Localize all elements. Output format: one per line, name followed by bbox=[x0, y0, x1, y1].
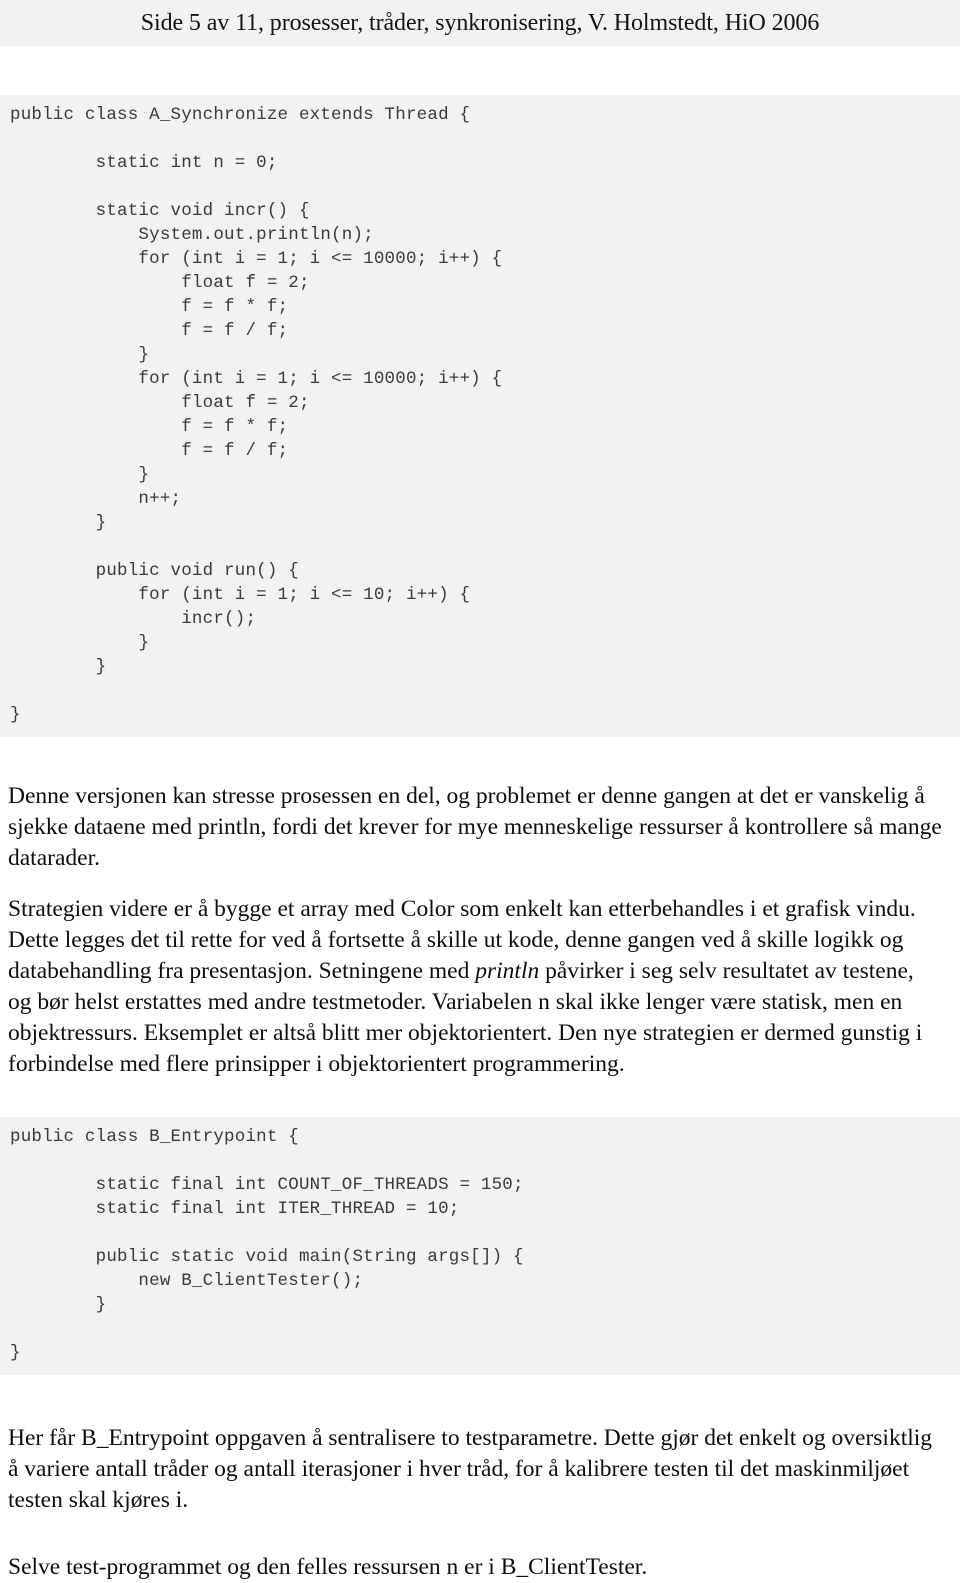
code-line: } bbox=[10, 465, 150, 485]
code-line: } bbox=[10, 513, 107, 533]
code-line: static int n = 0; bbox=[10, 153, 278, 173]
paragraph-her-far-entrypoint: Her får B_Entrypoint oppgaven å sentrali… bbox=[8, 1425, 933, 1513]
page-header: Side 5 av 11, prosesser, tråder, synkron… bbox=[0, 0, 960, 46]
code-line: n++; bbox=[10, 489, 182, 509]
code-line: static final int COUNT_OF_THREADS = 150; bbox=[10, 1174, 524, 1195]
code-line: static void incr() { bbox=[10, 201, 310, 221]
paragraph-emphasis-println: println bbox=[475, 957, 540, 984]
code-line: f = f * f; bbox=[10, 297, 289, 317]
code-line: } bbox=[10, 1342, 21, 1363]
code-line: public class B_Entrypoint { bbox=[10, 1126, 299, 1147]
paragraph-denne-versjonen: Denne versjonen kan stresse prosessen en… bbox=[8, 782, 942, 871]
code-line: incr(); bbox=[10, 609, 257, 629]
document-body: public class A_Synchronize extends Threa… bbox=[0, 95, 960, 1583]
code-line: } bbox=[10, 1294, 107, 1315]
paragraph-strategien-videre: Strategien videre er å bygge et array me… bbox=[0, 894, 960, 1080]
page-header-title: Side 5 av 11, prosesser, tråder, synkron… bbox=[140, 10, 820, 36]
code-line: static final int ITER_THREAD = 10; bbox=[10, 1198, 460, 1219]
code-line: for (int i = 1; i <= 10000; i++) { bbox=[10, 249, 503, 269]
code-line: for (int i = 1; i <= 10000; i++) { bbox=[10, 369, 503, 389]
code-line: public class A_Synchronize extends Threa… bbox=[10, 105, 471, 125]
code-line: for (int i = 1; i <= 10; i++) { bbox=[10, 585, 471, 605]
code-line: float f = 2; bbox=[10, 393, 310, 413]
code-line: } bbox=[10, 657, 107, 677]
code-line: } bbox=[10, 705, 21, 725]
code-block-a-synchronize: public class A_Synchronize extends Threa… bbox=[0, 95, 960, 737]
code-line: System.out.println(n); bbox=[10, 225, 374, 245]
code-line: public static void main(String args[]) { bbox=[10, 1246, 524, 1267]
code-line: float f = 2; bbox=[10, 273, 310, 293]
code-line: new B_ClientTester(); bbox=[10, 1270, 364, 1291]
code-line: f = f / f; bbox=[10, 441, 289, 461]
code-block-b-entrypoint: public class B_Entrypoint { static final… bbox=[0, 1116, 960, 1375]
code-line: f = f * f; bbox=[10, 417, 289, 437]
code-line: public void run() { bbox=[10, 561, 299, 581]
paragraph-selve-test-programmet: Selve test-programmet og den felles ress… bbox=[8, 1554, 648, 1580]
code-line: } bbox=[10, 345, 150, 365]
code-line: f = f / f; bbox=[10, 321, 289, 341]
code-line: } bbox=[10, 633, 150, 653]
